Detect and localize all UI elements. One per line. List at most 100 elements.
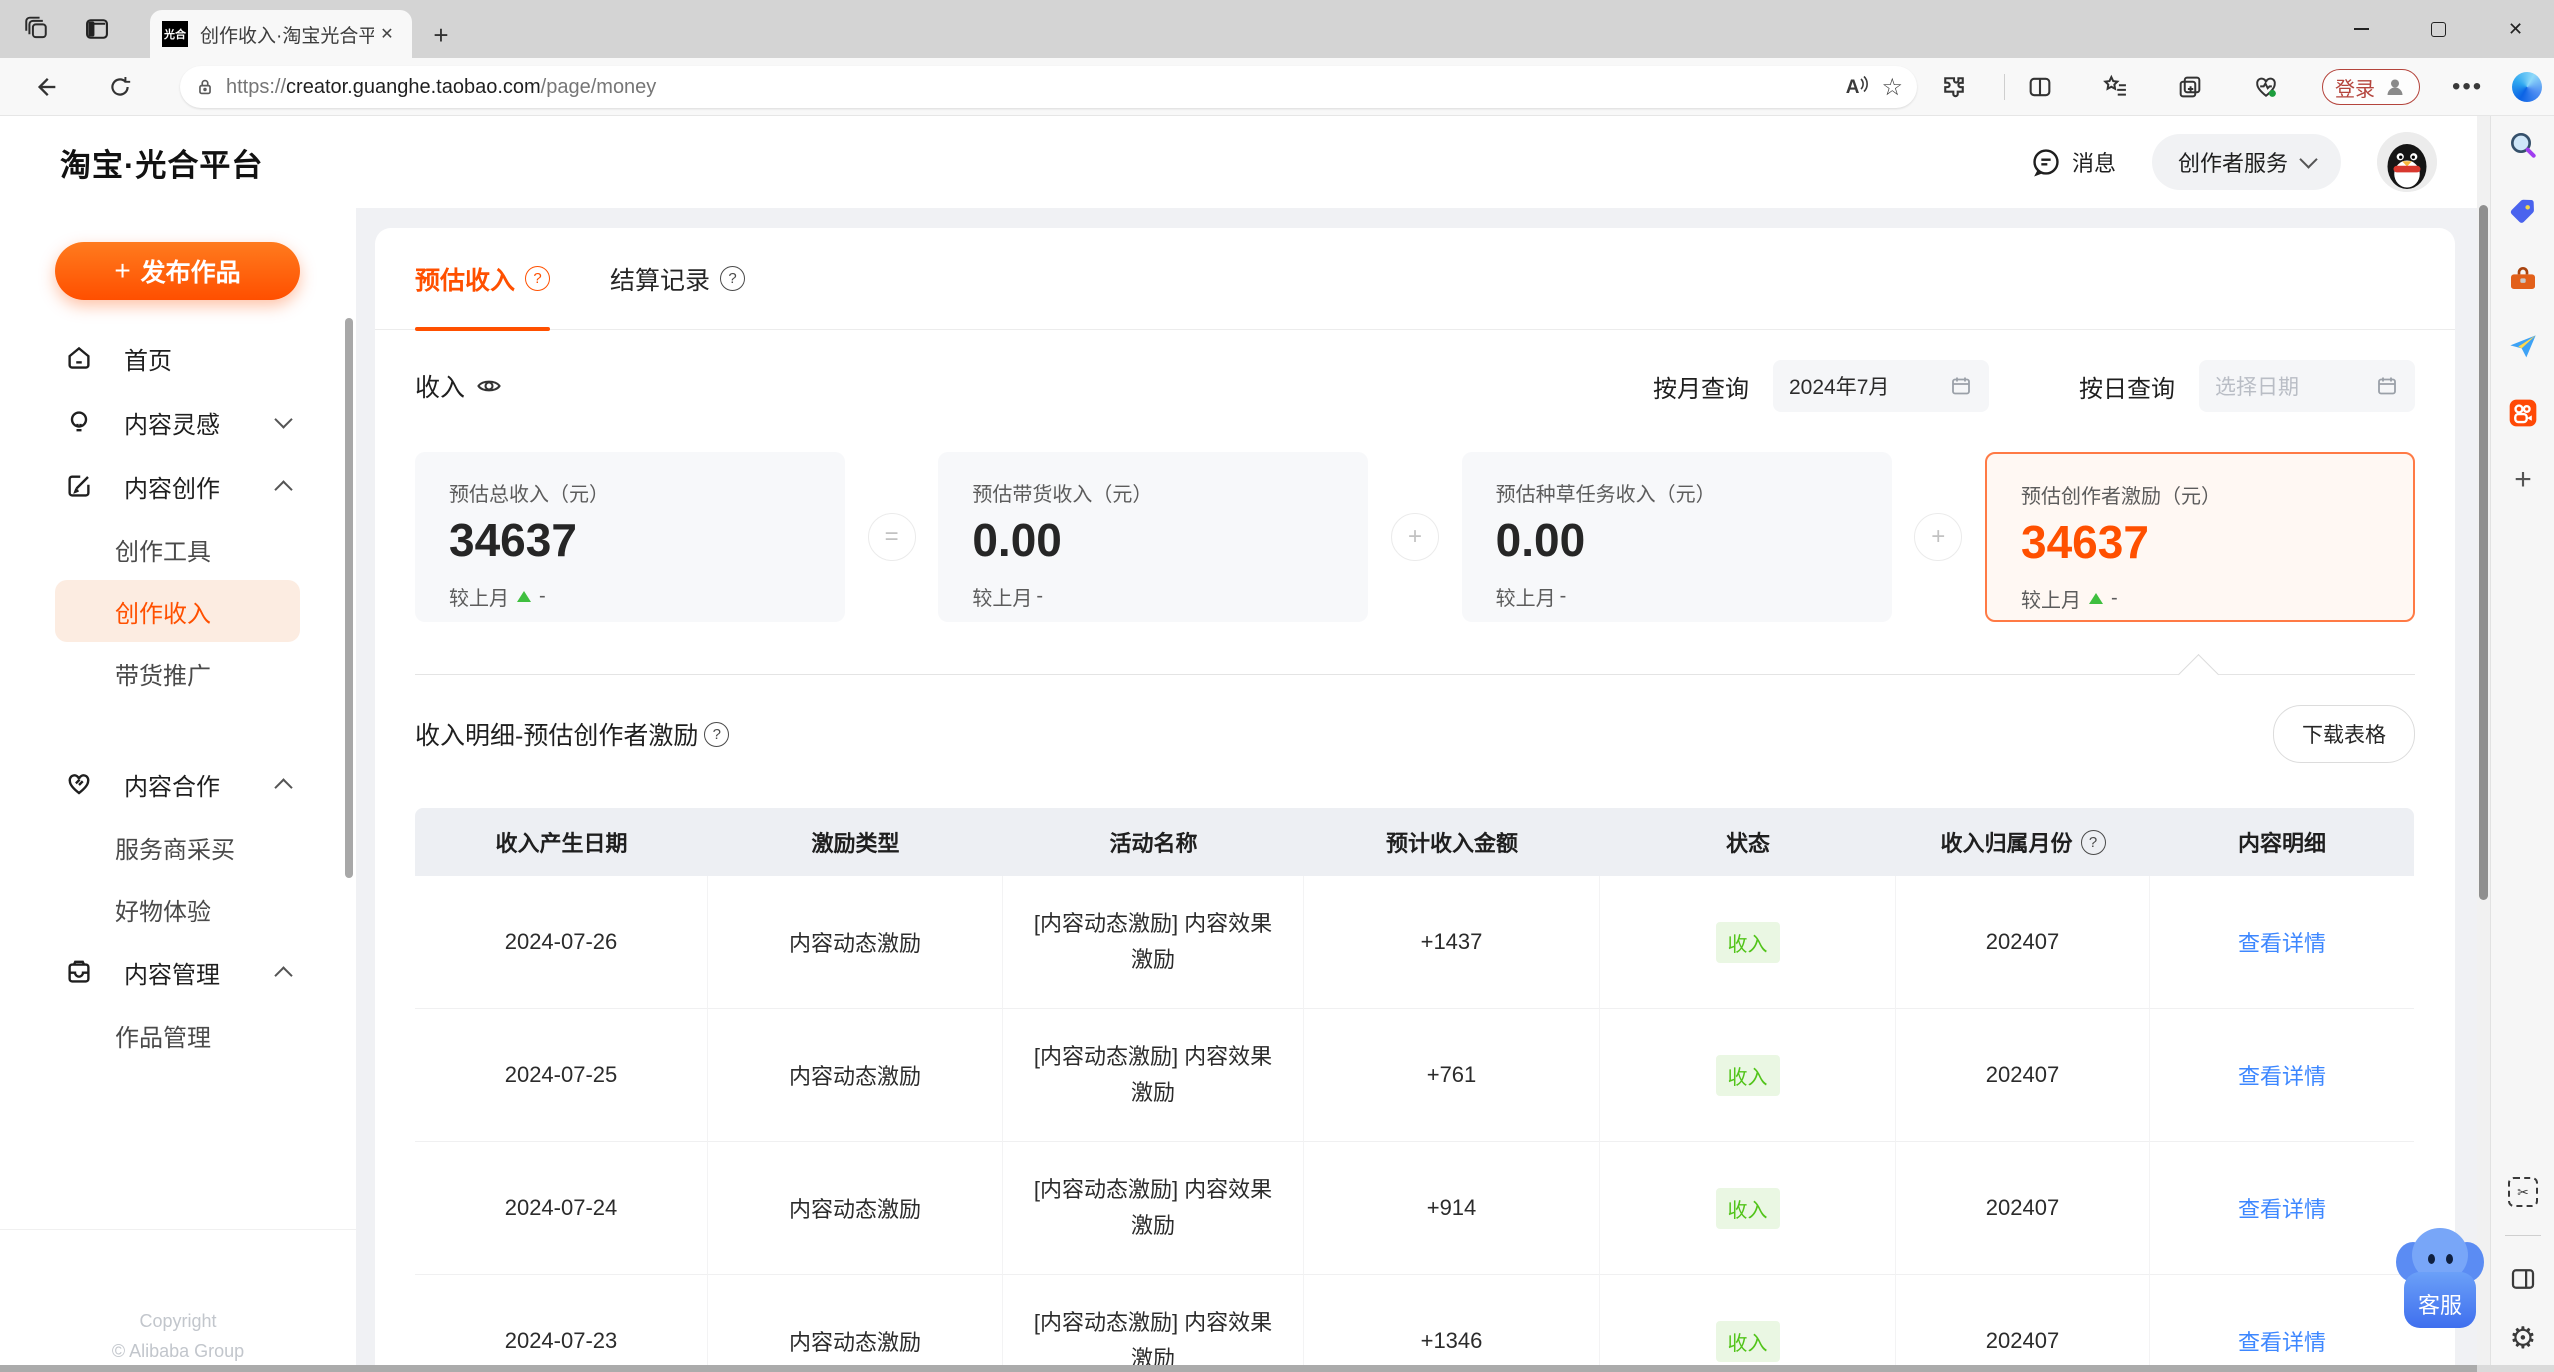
help-icon[interactable] (720, 266, 746, 291)
compare-label: 较上月 (972, 587, 1033, 610)
card-total-income[interactable]: 预估总收入（元） 34637 较上月 - (415, 452, 845, 622)
plus-op-icon: + (1914, 513, 1963, 561)
horizontal-scrollbar[interactable] (0, 1365, 2554, 1372)
sidebar-item-label: 内容灵感 (124, 411, 220, 439)
collections-button[interactable] (2176, 66, 2204, 108)
settings-more-button[interactable]: ••• (2452, 66, 2483, 108)
sidebar-item-service-purchase[interactable]: 服务商采买 (55, 816, 300, 878)
sidebar-shopping-icon[interactable] (2506, 195, 2540, 229)
read-aloud-icon[interactable]: A (1846, 75, 1870, 99)
home-icon (68, 346, 90, 369)
sidebar-add-icon[interactable]: + (2506, 463, 2540, 497)
sidebar-kuaishou-icon[interactable] (2506, 396, 2540, 430)
sidebar-item-works-management[interactable]: 作品管理 (55, 1004, 300, 1066)
copyright-line2: © Alibaba Group (111, 1341, 245, 1361)
date-picker-placeholder: 选择日期 (2215, 376, 2299, 399)
cell-amount: +1346 (1304, 1275, 1600, 1372)
help-icon[interactable] (704, 721, 730, 747)
copilot-button[interactable] (2512, 66, 2542, 108)
cell-date: 2024-07-23 (415, 1275, 708, 1372)
window-close-button[interactable] (2477, 0, 2554, 58)
publish-work-button[interactable]: + 发布作品 (55, 242, 300, 300)
favorite-star-icon[interactable]: ☆ (1881, 73, 1903, 102)
card-sales-income[interactable]: 预估带货收入（元） 0.00 较上月 - (938, 452, 1369, 622)
window-controls (2323, 0, 2554, 58)
chevron-up-icon (274, 479, 293, 499)
sidebar-search-icon[interactable] (2506, 128, 2540, 162)
help-icon[interactable] (525, 266, 551, 291)
sidebar-item-home[interactable]: 首页 (0, 326, 356, 390)
cell-activity: [内容动态激励] 内容效果激励 (1003, 1275, 1304, 1372)
sidebar-item-creation[interactable]: 内容创作 (0, 454, 356, 518)
plus-op-icon: + (1390, 513, 1439, 561)
sidebar-item-label: 内容管理 (124, 961, 220, 989)
signin-label: 登录 (2335, 78, 2375, 101)
view-details-link[interactable]: 查看详情 (2238, 926, 2326, 958)
customer-service-label: 客服 (2417, 1293, 2462, 1318)
cell-date: 2024-07-24 (415, 1142, 708, 1275)
extensions-button[interactable] (1940, 66, 1968, 108)
tab-settlement-records[interactable]: 结算记录 (610, 228, 746, 330)
sidebar-scrollbar-thumb[interactable] (345, 318, 353, 878)
eye-icon[interactable] (475, 372, 503, 400)
sidebar-panel-icon[interactable] (2506, 1262, 2540, 1296)
customer-service-button[interactable]: 客服 (2396, 1228, 2484, 1334)
back-button[interactable] (24, 65, 68, 109)
sidebar-item-management[interactable]: 内容管理 (0, 940, 356, 1004)
view-details-link[interactable]: 查看详情 (2238, 1059, 2326, 1091)
window-minimize-button[interactable] (2323, 0, 2400, 58)
address-bar[interactable]: https://creator.guanghe.taobao.com/page/… (180, 66, 1917, 108)
month-picker[interactable]: 2024年7月 (1773, 360, 1989, 412)
sidebar-item-cooperation[interactable]: 内容合作 (0, 752, 356, 816)
month-picker-value: 2024年7月 (1789, 376, 1890, 399)
date-picker[interactable]: 选择日期 (2199, 360, 2415, 412)
tab-close-icon[interactable] (374, 21, 400, 47)
tab-estimated-income[interactable]: 预估收入 (415, 228, 551, 331)
split-screen-button[interactable] (2026, 66, 2054, 108)
sidebar-tools-icon[interactable] (2506, 262, 2540, 296)
col-incentive-type: 激励类型 (811, 831, 900, 856)
plus-icon: + (114, 255, 131, 286)
compare-label: 较上月 (1495, 587, 1556, 610)
new-tab-button[interactable] (424, 18, 458, 52)
browser-tab[interactable]: 光合 创作收入·淘宝光合平台 (150, 10, 412, 58)
page-scrollbar-thumb[interactable] (2479, 205, 2488, 900)
browser-essentials-button[interactable] (2252, 66, 2280, 108)
card-title: 预估种草任务收入（元） (1495, 484, 1716, 506)
cell-type: 内容动态激励 (708, 1142, 1003, 1275)
site-logo[interactable]: 淘宝·光合平台 (60, 140, 263, 185)
sidebar-item-creation-income[interactable]: 创作收入 (55, 580, 300, 642)
browser-signin-button[interactable]: 登录 (2322, 69, 2420, 105)
card-seeding-task-income[interactable]: 预估种草任务收入（元） 0.00 较上月 - (1461, 452, 1892, 622)
refresh-button[interactable] (98, 65, 142, 109)
elephant-eye (2446, 1254, 2453, 1264)
tab-workspaces-icon[interactable] (14, 6, 60, 52)
user-avatar[interactable] (2377, 132, 2437, 192)
horizontal-scrollbar-thumb[interactable] (0, 1365, 2477, 1372)
page-scrollbar[interactable] (2477, 116, 2490, 1372)
site-header: 淘宝·光合平台 消息 创作者服务 (0, 116, 2477, 208)
sidebar-item-creation-tools[interactable]: 创作工具 (55, 518, 300, 580)
messages-button[interactable]: 消息 (2030, 146, 2116, 178)
card-creator-incentive[interactable]: 预估创作者激励（元） 34637 较上月 - (1984, 452, 2415, 622)
view-details-link[interactable]: 查看详情 (2238, 1325, 2326, 1357)
url-text[interactable]: https://creator.guanghe.taobao.com/page/… (226, 76, 1846, 99)
favorites-button[interactable] (2102, 66, 2130, 108)
sidebar-settings-icon[interactable]: ⚙ (2506, 1322, 2540, 1356)
help-icon[interactable] (2080, 829, 2106, 855)
sidebar-item-promotion[interactable]: 带货推广 (55, 642, 300, 704)
sidebar-messenger-icon[interactable] (2506, 329, 2540, 363)
table-row: 2024-07-26 内容动态激励 [内容动态激励] 内容效果激励 +1437 … (415, 876, 2414, 1009)
screenshot-icon[interactable] (2506, 1175, 2540, 1209)
window-maximize-button[interactable] (2400, 0, 2477, 58)
toolbar-divider (2004, 74, 2005, 100)
sidebar-item-goods-experience[interactable]: 好物体验 (55, 878, 300, 940)
view-details-link[interactable]: 查看详情 (2238, 1192, 2326, 1224)
message-icon (2033, 149, 2059, 177)
creator-services-dropdown[interactable]: 创作者服务 (2151, 134, 2341, 190)
cell-month: 202407 (1896, 1009, 2150, 1142)
sidebar-item-inspiration[interactable]: 内容灵感 (0, 390, 356, 454)
download-table-button[interactable]: 下载表格 (2273, 705, 2415, 763)
card-title: 预估创作者激励（元） (2020, 486, 2221, 508)
vertical-tabs-icon[interactable] (74, 6, 120, 52)
